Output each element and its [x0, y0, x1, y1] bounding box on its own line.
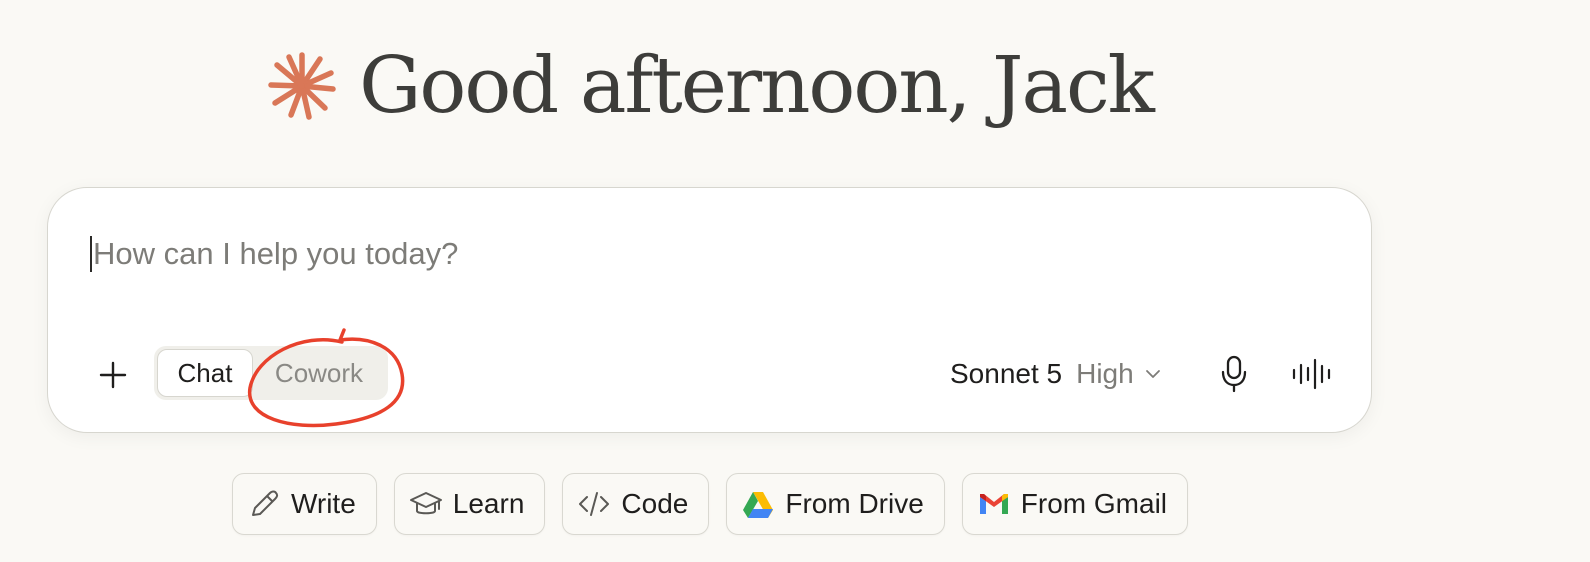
text-caret	[90, 236, 92, 272]
add-attachment-button[interactable]	[90, 352, 136, 398]
chevron-down-icon	[1145, 370, 1160, 378]
chip-label: Learn	[452, 488, 525, 519]
model-name: Sonnet 5	[950, 358, 1063, 389]
chip-write[interactable]: Write	[231, 473, 377, 535]
chip-label: From Drive	[785, 488, 924, 519]
voice-mode-button[interactable]	[1290, 352, 1336, 396]
greeting-title: Good afternoon, Jack	[359, 41, 1155, 131]
mode-chat-button[interactable]: Chat	[157, 349, 253, 397]
voice-waveform-icon	[1292, 358, 1331, 390]
prompt-area[interactable]	[90, 232, 1330, 276]
graduation-cap-icon	[409, 492, 442, 515]
chip-learn[interactable]: Learn	[393, 473, 546, 535]
claude-spark-icon	[268, 52, 336, 120]
model-selector[interactable]: Sonnet 5 High	[950, 351, 1162, 397]
google-drive-icon	[743, 492, 774, 518]
mode-cowork-button[interactable]: Cowork	[253, 349, 385, 397]
chip-from-drive[interactable]: From Drive	[726, 473, 945, 535]
model-effort: High	[1076, 358, 1134, 389]
suggestion-chips: Write Learn Code From Drive From Gmail	[0, 473, 1420, 535]
chip-label: From Gmail	[1020, 488, 1168, 519]
pencil-icon	[251, 490, 279, 516]
prompt-input[interactable]	[93, 236, 1293, 272]
message-composer: Chat Cowork Sonnet 5 High	[47, 187, 1372, 433]
microphone-icon	[1221, 355, 1247, 393]
plus-icon	[99, 361, 127, 389]
gmail-icon	[979, 494, 1008, 514]
chip-label: Code	[621, 488, 689, 519]
chip-code[interactable]: Code	[562, 473, 710, 535]
dictation-button[interactable]	[1214, 352, 1254, 396]
greeting-header: Good afternoon, Jack	[0, 36, 1420, 136]
chip-label: Write	[290, 488, 356, 519]
chip-from-gmail[interactable]: From Gmail	[961, 473, 1189, 535]
code-icon	[579, 492, 610, 516]
mode-toggle: Chat Cowork	[154, 346, 388, 400]
